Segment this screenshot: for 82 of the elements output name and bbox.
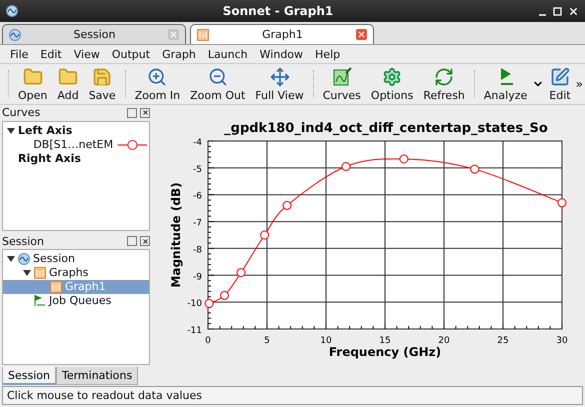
menu-item[interactable]: File	[4, 48, 34, 60]
close-icon[interactable]	[568, 6, 579, 16]
panel-title: Session	[2, 234, 45, 248]
menu-item[interactable]: Edit	[34, 48, 68, 60]
panel-tab[interactable]: Terminations	[56, 367, 138, 385]
tree-item[interactable]: Session	[3, 252, 149, 266]
graph-icon	[197, 28, 209, 40]
menu-item[interactable]: Help	[309, 48, 346, 60]
data-point	[204, 298, 214, 308]
document-tab[interactable]: Session	[2, 24, 186, 44]
float-icon[interactable]	[127, 108, 137, 118]
move-icon	[270, 66, 290, 86]
save-icon	[92, 66, 112, 86]
edit-icon	[550, 66, 570, 86]
zoom-out-icon	[208, 66, 228, 86]
data-point	[342, 162, 351, 172]
menu-item[interactable]: Window	[254, 48, 310, 60]
overflow-button[interactable]: »	[576, 77, 583, 91]
close-icon[interactable]	[140, 108, 150, 118]
y-tick-label: -8	[193, 245, 202, 256]
toolbar-button[interactable]: Zoom Out	[185, 66, 250, 102]
wave-icon	[6, 5, 18, 17]
x-tick-label: 10	[320, 336, 332, 346]
toolbar-button[interactable]: Refresh	[418, 66, 470, 102]
close-icon[interactable]	[140, 236, 150, 246]
y-tick-label: -7	[193, 218, 202, 229]
x-tick-label: 5	[264, 336, 270, 346]
menu-item[interactable]: Graph	[156, 48, 202, 60]
x-axis-title: Frequency (GHz)	[328, 345, 442, 359]
folder-plus-icon	[58, 66, 78, 86]
tree-item[interactable]: Job Queues	[3, 294, 149, 308]
folder-icon	[22, 66, 43, 86]
data-point	[558, 198, 566, 208]
toolbar-button[interactable]: Full View	[250, 66, 309, 102]
toolbar-button[interactable]: Add	[52, 66, 84, 102]
data-point	[260, 230, 270, 240]
toolbar-button[interactable]: Curves	[318, 66, 366, 102]
maximize-icon[interactable]	[553, 6, 562, 16]
curve-chart-icon	[332, 66, 352, 86]
document-tab[interactable]: Graph1	[190, 24, 374, 44]
panel-tab[interactable]: Session	[2, 367, 56, 385]
tree-item[interactable]: DB[S1…netEM	[3, 138, 149, 152]
tree-item[interactable]: Right Axis	[3, 152, 149, 166]
y-axis-title: Magnitude (dB)	[169, 182, 183, 288]
menu-item[interactable]: View	[68, 48, 106, 60]
toolbar-button[interactable]: Save	[84, 66, 121, 102]
x-tick-label: 25	[497, 336, 509, 346]
data-point	[470, 164, 480, 174]
chart-title: _gpdk180_ind4_oct_diff_centertap_states_So	[224, 121, 548, 136]
window-title: Sonnet - Graph1	[222, 4, 334, 18]
panel-title: Curves	[2, 106, 42, 120]
toolbar-button[interactable]: Edit	[544, 66, 576, 102]
graph-icon	[50, 280, 62, 293]
toolbar-button[interactable]: Open	[13, 66, 52, 102]
tree-item[interactable]: Left Axis	[3, 124, 149, 138]
expand-icon[interactable]	[7, 128, 15, 134]
refresh-icon	[434, 66, 454, 86]
data-point	[220, 290, 230, 300]
wave-icon	[9, 28, 21, 40]
menu-item[interactable]: Launch	[202, 48, 254, 60]
zoom-in-icon	[147, 66, 168, 86]
y-tick-label: -11	[187, 326, 202, 336]
toolbar-button[interactable]: Options	[366, 66, 418, 102]
y-tick-label: -10	[187, 299, 202, 310]
y-tick-label: -6	[193, 192, 202, 202]
settings-icon	[382, 66, 402, 86]
menu-item[interactable]: Output	[106, 48, 156, 60]
y-tick-label: -9	[193, 272, 202, 282]
status-bar: Click mouse to readout data values	[2, 386, 583, 405]
x-tick-label: 0	[205, 336, 211, 346]
wave-icon	[18, 252, 30, 265]
x-tick-label: 30	[556, 336, 568, 346]
data-point	[236, 268, 246, 278]
float-icon[interactable]	[127, 236, 137, 246]
y-tick-label: -4	[193, 138, 202, 148]
x-tick-label: 20	[438, 336, 450, 346]
toolbar-button[interactable]: Analyze	[478, 66, 532, 102]
toolbar-button[interactable]: Zoom In	[130, 66, 186, 102]
x-tick-label: 15	[379, 336, 391, 346]
y-tick-label: -5	[193, 164, 202, 175]
flag-icon	[34, 294, 46, 307]
graph-icon	[34, 266, 46, 279]
